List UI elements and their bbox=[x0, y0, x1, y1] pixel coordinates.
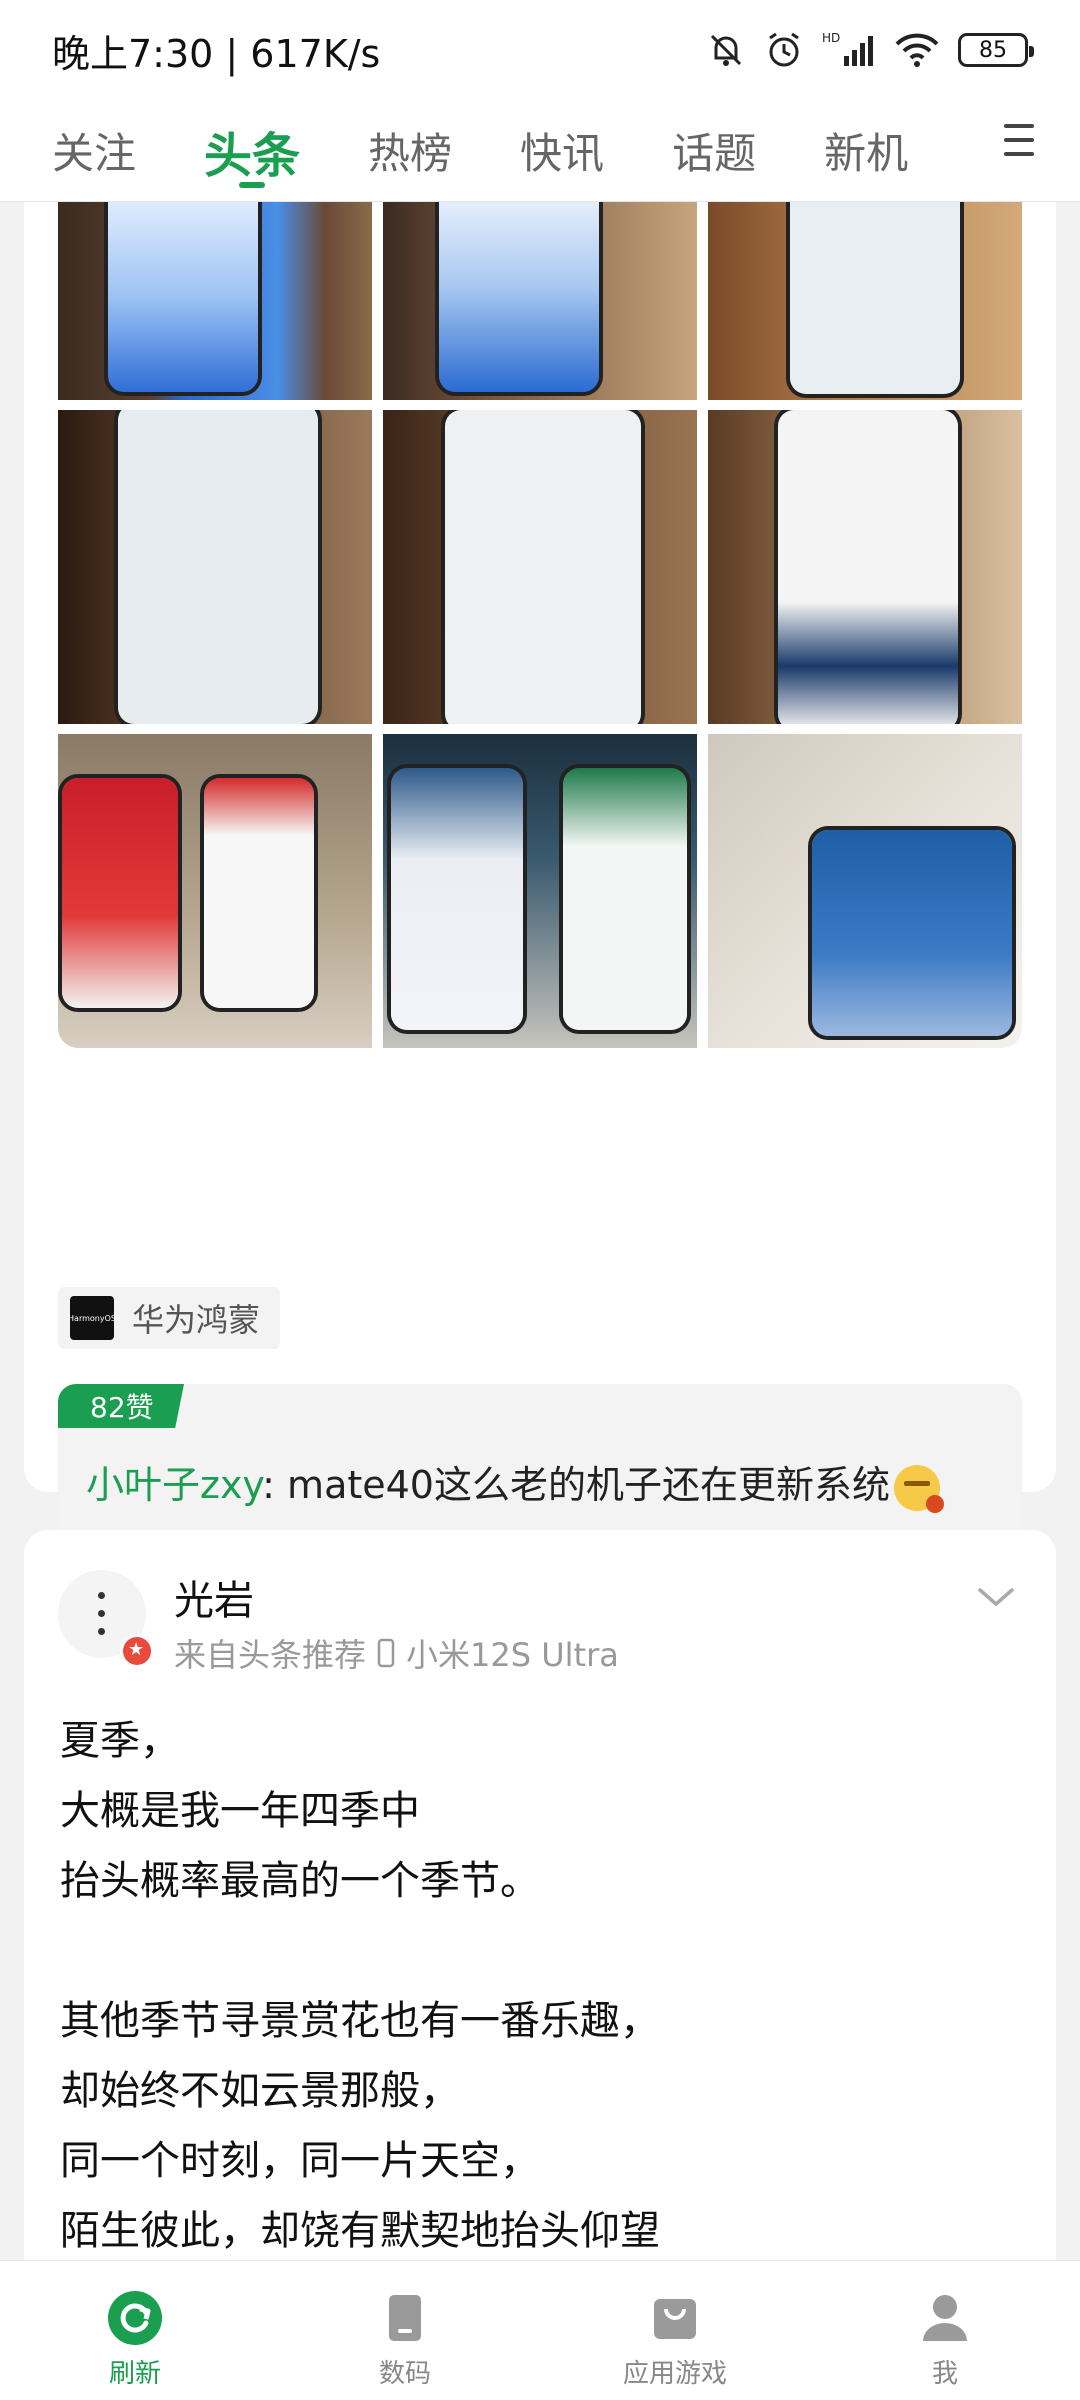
post-card[interactable]: HarmonyOS 华为鸿蒙 82赞 小叶子zxy: mate40这么老的机子还… bbox=[24, 202, 1056, 1623]
post-image[interactable] bbox=[383, 410, 697, 724]
refresh-icon bbox=[108, 2291, 162, 2345]
emoji-icon bbox=[894, 1464, 944, 1513]
phone-icon bbox=[377, 1638, 395, 1668]
tab-guanzhu[interactable]: 关注 bbox=[52, 100, 136, 202]
device-icon bbox=[389, 2295, 421, 2341]
post-line: 却始终不如云景那般， bbox=[60, 2068, 460, 2114]
svg-text:HD: HD bbox=[822, 31, 840, 45]
comment-body: : mate40这么老的机子还在更新系统 bbox=[262, 1463, 890, 1507]
post-image[interactable] bbox=[708, 734, 1022, 1048]
nav-me-label: 我 bbox=[931, 2359, 958, 2389]
post-line: 陌生彼此，却饶有默契地抬头仰望 bbox=[60, 2208, 660, 2254]
post-line: 抬头概率最高的一个季节。 bbox=[60, 1858, 540, 1904]
tab-huati[interactable]: 话题 bbox=[672, 100, 756, 202]
nav-me[interactable]: 我 bbox=[810, 2261, 1080, 2400]
topic-tag-label: 华为鸿蒙 bbox=[132, 1301, 261, 1339]
status-time: 晚上7:30 | 617K/s bbox=[52, 31, 381, 76]
post-image[interactable] bbox=[58, 410, 372, 724]
nav-apps-games-label: 应用游戏 bbox=[622, 2359, 727, 2389]
post-image[interactable] bbox=[58, 202, 372, 400]
post-line: 其他季节寻景赏花也有一番乐趣， bbox=[60, 1998, 660, 2044]
tab-xinji[interactable]: 新机 bbox=[824, 100, 908, 202]
wifi-icon bbox=[895, 33, 939, 67]
nav-digital-label: 数码 bbox=[378, 2359, 431, 2389]
topic-tag[interactable]: HarmonyOS 华为鸿蒙 bbox=[58, 1287, 281, 1349]
hot-comment[interactable]: 82赞 小叶子zxy: mate40这么老的机子还在更新系统 bbox=[58, 1384, 1022, 1536]
post-image[interactable] bbox=[383, 734, 697, 1048]
signal-icon: HD bbox=[822, 31, 873, 66]
nav-digital[interactable]: 数码 bbox=[270, 2261, 540, 2400]
nav-apps-games[interactable]: 应用游戏 bbox=[540, 2261, 810, 2400]
menu-icon[interactable] bbox=[1004, 124, 1034, 166]
post-image[interactable] bbox=[708, 202, 1022, 400]
post-body[interactable]: 夏季， 大概是我一年四季中 抬头概率最高的一个季节。 其他季节寻景赏花也有一番乐… bbox=[60, 1706, 1020, 2260]
author-name[interactable]: 光岩 bbox=[174, 1568, 254, 1626]
harmonyos-logo: HarmonyOS bbox=[68, 1296, 116, 1340]
status-icons: HD 85 bbox=[706, 30, 1034, 70]
status-bar: 晚上7:30 | 617K/s HD 85 bbox=[0, 0, 1080, 100]
bag-icon bbox=[654, 2299, 696, 2339]
post-line-blank bbox=[60, 1916, 1020, 1986]
bell-muted-icon bbox=[710, 34, 742, 66]
tab-rebang[interactable]: 热榜 bbox=[368, 100, 452, 202]
post-line: 同一个时刻，同一片天空， bbox=[60, 2138, 540, 2184]
tab-toutiao[interactable]: 头条 bbox=[204, 100, 300, 202]
user-icon bbox=[923, 2295, 967, 2341]
top-tab-bar: 关注 头条 热榜 快讯 话题 新机 bbox=[0, 100, 1080, 202]
nav-refresh[interactable]: 刷新 bbox=[0, 2261, 270, 2400]
comment-likes-badge: 82赞 bbox=[58, 1384, 184, 1428]
post-card[interactable]: 光岩 来自头条推荐 小米12S Ultra 夏季， 大概是我一年四季中 抬头概率… bbox=[24, 1530, 1056, 2260]
tab-kuaixun[interactable]: 快讯 bbox=[520, 100, 604, 202]
post-image[interactable] bbox=[383, 202, 697, 400]
post-line: 夏季， bbox=[60, 1718, 180, 1764]
post-meta: 来自头条推荐 小米12S Ultra bbox=[174, 1630, 619, 1676]
post-image[interactable] bbox=[708, 410, 1022, 724]
feed: HarmonyOS 华为鸿蒙 82赞 小叶子zxy: mate40这么老的机子还… bbox=[0, 202, 1080, 2260]
battery-indicator: 85 bbox=[958, 33, 1034, 67]
comment-username[interactable]: 小叶子zxy bbox=[86, 1463, 262, 1507]
post-image[interactable] bbox=[58, 734, 372, 1048]
nav-refresh-label: 刷新 bbox=[108, 2359, 161, 2389]
verified-badge-icon bbox=[120, 1634, 154, 1668]
comment-text: 小叶子zxy: mate40这么老的机子还在更新系统 bbox=[86, 1454, 944, 1513]
alarm-icon bbox=[769, 32, 799, 67]
post-device: 小米12S Ultra bbox=[406, 1636, 619, 1674]
bottom-nav: 刷新 数码 应用游戏 我 bbox=[0, 2260, 1080, 2400]
post-line: 大概是我一年四季中 bbox=[60, 1788, 420, 1834]
chevron-down-icon[interactable] bbox=[976, 1586, 1016, 1610]
post-source: 来自头条推荐 bbox=[174, 1636, 367, 1674]
image-grid bbox=[58, 202, 1022, 1048]
